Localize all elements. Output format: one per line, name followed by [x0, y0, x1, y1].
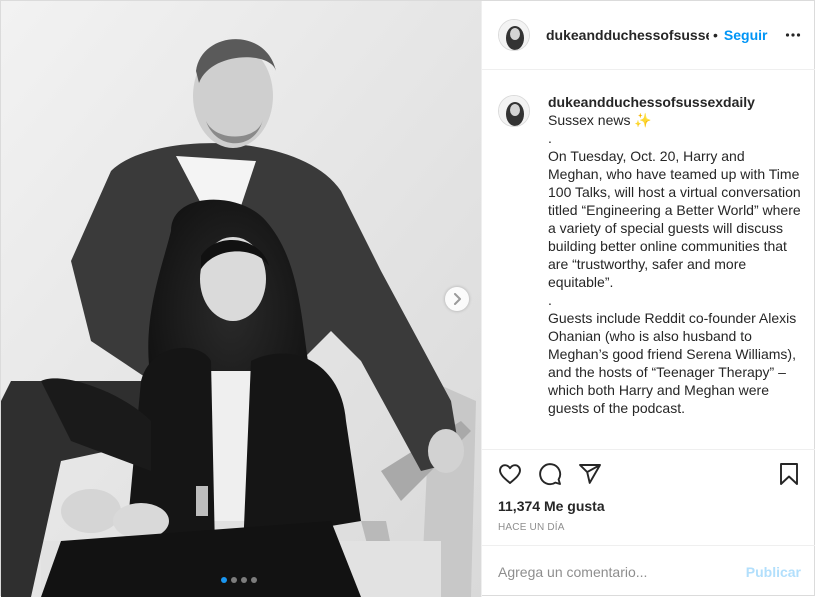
likes-count[interactable]: 11,374 Me gusta — [498, 498, 605, 514]
avatar[interactable] — [498, 95, 530, 127]
post-media — [1, 1, 481, 597]
more-options-icon — [785, 33, 801, 37]
post-sidebar: dukeandduchessofsussexdaily • Seguir — [481, 1, 815, 597]
save-button[interactable] — [777, 462, 801, 491]
header-separator: • — [713, 27, 718, 43]
caption-paragraph: Guests include Reddit co-founder Alexis … — [548, 310, 797, 416]
caption-text: dukeandduchessofsussexdaily Sussex news … — [548, 93, 801, 449]
carousel-dot — [251, 577, 257, 583]
comment-input[interactable] — [498, 563, 746, 580]
post-actions: 11,374 Me gusta HACE UN DÍA — [482, 449, 815, 545]
avatar-image — [499, 20, 529, 50]
caption-paragraph: On Tuesday, Oct. 20, Harry and Meghan, w… — [548, 148, 801, 290]
comment-form: Publicar — [482, 545, 815, 597]
heart-icon — [499, 464, 521, 484]
carousel-dot — [231, 577, 237, 583]
chevron-right-icon — [454, 293, 461, 305]
caption-username[interactable]: dukeandduchessofsussexdaily — [548, 94, 755, 110]
post-timestamp[interactable]: HACE UN DÍA — [498, 522, 565, 533]
carousel-indicator — [221, 577, 257, 583]
share-button[interactable] — [578, 462, 602, 491]
caption-section: dukeandduchessofsussexdaily Sussex news … — [482, 71, 815, 449]
sparkles-icon: ✨ — [634, 112, 652, 128]
caption-dot: . — [548, 292, 552, 308]
carousel-next-button[interactable] — [445, 287, 469, 311]
avatar-image — [499, 96, 529, 126]
bookmark-icon — [780, 463, 798, 485]
comment-icon — [539, 463, 562, 486]
share-icon — [579, 464, 601, 484]
post-photo[interactable] — [1, 1, 481, 597]
carousel-dot — [241, 577, 247, 583]
caption-title: Sussex news — [548, 112, 631, 128]
instagram-post: dukeandduchessofsussexdaily • Seguir — [0, 0, 815, 597]
more-options-button[interactable] — [785, 27, 801, 48]
post-header: dukeandduchessofsussexdaily • Seguir — [482, 1, 815, 70]
account-username[interactable]: dukeandduchessofsussexdaily — [546, 27, 709, 43]
publish-button[interactable]: Publicar — [746, 564, 801, 580]
carousel-dot — [221, 577, 227, 583]
caption-dot: . — [548, 130, 552, 146]
comment-button[interactable] — [538, 462, 562, 491]
avatar[interactable] — [498, 19, 530, 51]
like-button[interactable] — [498, 462, 522, 491]
follow-button[interactable]: Seguir — [724, 27, 768, 43]
